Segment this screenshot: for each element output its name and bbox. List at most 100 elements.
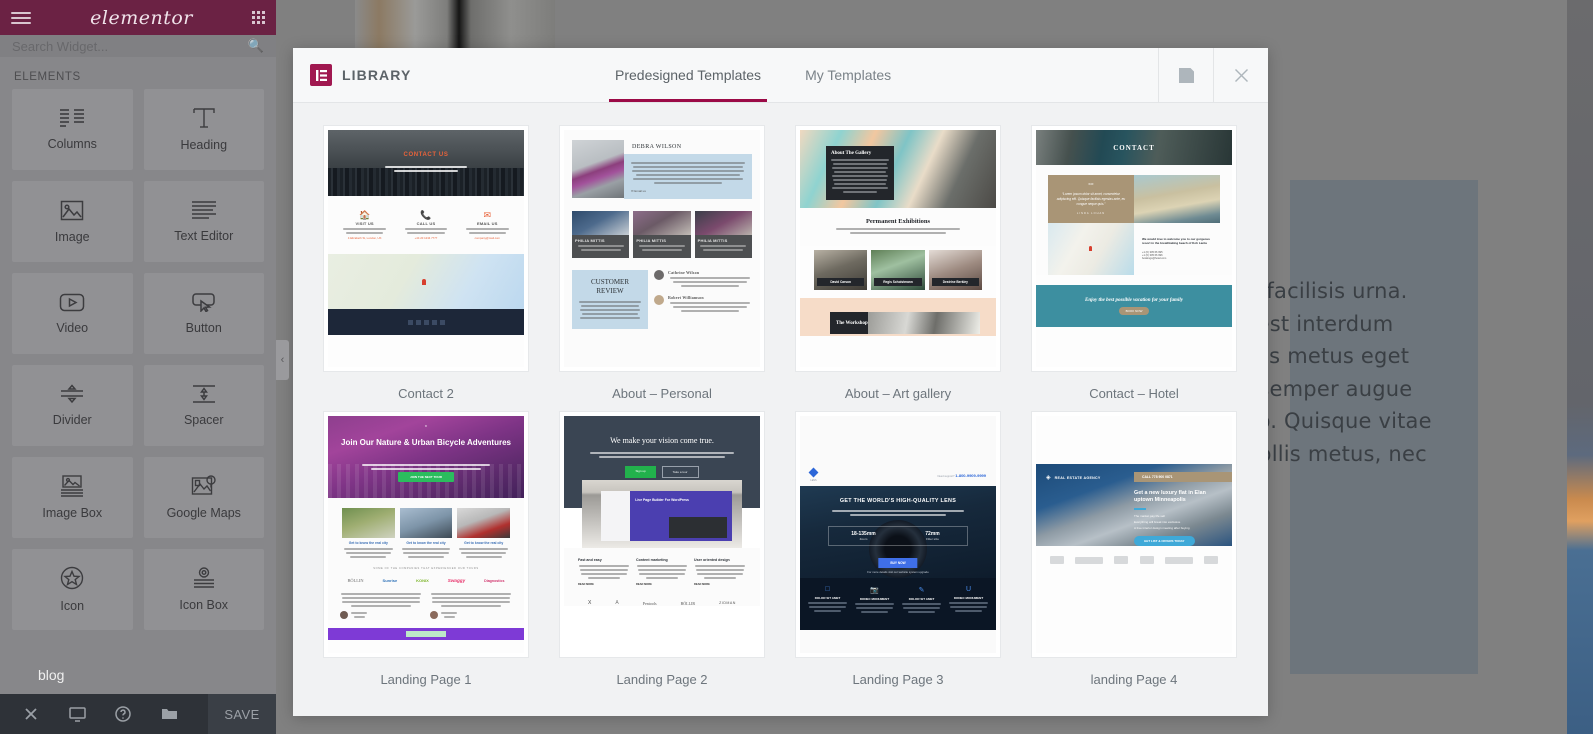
widget-label: Divider — [52, 413, 92, 427]
floppy-save-icon[interactable] — [1158, 48, 1213, 102]
background-text-line: n semper augue — [1238, 376, 1413, 401]
close-icon[interactable] — [1213, 48, 1268, 102]
star-icon — [60, 566, 84, 590]
widget-divider[interactable]: Divider — [12, 365, 133, 446]
thumb-logo: Sunrise — [382, 578, 398, 583]
grid-apps-icon[interactable] — [251, 11, 265, 24]
widget-video[interactable]: Video — [12, 273, 133, 354]
close-icon[interactable] — [8, 694, 54, 734]
thumb-logo — [1204, 556, 1219, 564]
template-card[interactable]: We make your vision come true. Sign up T… — [559, 411, 765, 687]
background-photo-strip — [355, 0, 555, 52]
thumb-card-title: PHILIA MITTIS — [575, 238, 605, 243]
widget-label: Image — [54, 229, 90, 244]
thumb-logo: Swaggy — [447, 578, 466, 583]
thumb-cta-button: JOIN THE NEXT TOUR — [398, 472, 454, 482]
template-thumbnail[interactable]: CONTACT US 🏠 VISIT US 4 Elizabeth St, Lo… — [323, 125, 529, 372]
panel-footer: SAVE — [0, 694, 276, 734]
template-thumbnail[interactable]: We make your vision come true. Sign up T… — [559, 411, 765, 658]
thumb-card-title: Get to know the real city — [348, 541, 388, 545]
widget-columns[interactable]: Columns — [12, 89, 133, 170]
thumb-feature-title: User oriented design — [694, 558, 730, 562]
template-thumbnail[interactable]: ◈ REAL ESTATE AGENCY CALL 778 900 0871 G… — [1031, 411, 1237, 658]
thumb-reviewer: Cathrine Wilson — [668, 270, 700, 275]
template-label: Landing Page 3 — [852, 672, 944, 687]
template-card[interactable]: ★ Join Our Nature & Urban Bicycle Advent… — [323, 411, 529, 687]
template-label: landing Page 4 — [1090, 672, 1178, 687]
hamburger-icon[interactable] — [11, 11, 31, 24]
thumb-card-title: Get to know the real city — [464, 541, 504, 545]
background-text-line: sto. Quisque vitae — [1238, 409, 1432, 433]
video-icon — [59, 293, 85, 312]
image-icon — [60, 200, 84, 221]
thumb-logo: BÖLLIR — [680, 600, 696, 606]
google-maps-icon — [191, 475, 217, 497]
template-card[interactable]: CONTACT ❞❞ “Lorem ipsum dolor sit amet, … — [1031, 125, 1237, 401]
thumb-feature-link: READ MORE — [694, 583, 710, 586]
thumb-hero: About The Gallery — [800, 130, 996, 208]
tab-my-templates[interactable]: My Templates — [783, 48, 913, 102]
widget-image[interactable]: Image — [12, 181, 133, 262]
thumb-feature-title: Content marketing — [636, 558, 668, 562]
template-thumbnail[interactable]: About The Gallery Permanent Exhibitions … — [795, 125, 1001, 372]
background-text-block: et facilisis urna. c est interdum allis … — [1238, 275, 1488, 470]
modal-header: LIBRARY Predesigned Templates My Templat… — [293, 48, 1268, 103]
template-list[interactable]: CONTACT US 🏠 VISIT US 4 Elizabeth St, Lo… — [293, 103, 1268, 716]
thumb-col-title: CALL US — [416, 221, 436, 226]
template-thumbnail[interactable]: CONTACT ❞❞ “Lorem ipsum dolor sit amet, … — [1031, 125, 1237, 372]
template-thumbnail[interactable]: ★ Join Our Nature & Urban Bicycle Advent… — [323, 411, 529, 658]
library-modal: LIBRARY Predesigned Templates My Templat… — [293, 48, 1268, 716]
icon-box-icon — [192, 567, 216, 589]
widget-panel: elementor Search Widget... 🔍 ELEMENTS Co… — [0, 0, 276, 734]
thumb-name: DEBRA WILSON — [632, 144, 682, 150]
thumb-hero-title: We make your vision come true. — [610, 436, 714, 445]
template-card[interactable]: LENS Need support? 1-800-9909-9999 GET T… — [795, 411, 1001, 687]
folder-icon[interactable] — [146, 694, 192, 734]
widget-spacer[interactable]: Spacer — [143, 365, 264, 446]
thumb-hero: ◈ REAL ESTATE AGENCY CALL 778 900 0871 G… — [1036, 464, 1232, 546]
divider-icon — [59, 384, 85, 404]
thumb-logo — [1114, 556, 1129, 564]
thumb-hero: GET THE WORLD'S HIGH-QUALITY LENS 18-135… — [800, 486, 996, 578]
template-card[interactable]: ◈ REAL ESTATE AGENCY CALL 778 900 0871 G… — [1031, 411, 1237, 687]
widget-label: Icon Box — [179, 598, 229, 612]
thumb-artist: David Carson — [817, 278, 865, 286]
widget-google-maps[interactable]: Google Maps — [143, 457, 264, 538]
thumb-map — [1048, 223, 1134, 275]
question-circle-icon[interactable] — [100, 694, 146, 734]
template-thumbnail[interactable]: DEBRA WILSON ✉ Email us PHILIA MITTIS PH… — [559, 125, 765, 372]
thumb-quote: “Lorem ipsum dolor sit amet, consectetur… — [1056, 192, 1126, 206]
template-thumbnail[interactable]: LENS Need support? 1-800-9909-9999 GET T… — [795, 411, 1001, 658]
thumb-card-title: PHILIA MITTIS — [636, 238, 667, 243]
elements-section-label: ELEMENTS — [14, 71, 81, 83]
thumb-primary-button: Sign up — [625, 466, 656, 478]
template-card[interactable]: DEBRA WILSON ✉ Email us PHILIA MITTIS PH… — [559, 125, 765, 401]
panel-header: elementor — [0, 0, 276, 35]
tab-predesigned-templates[interactable]: Predesigned Templates — [593, 48, 783, 102]
thumb-logo — [1139, 556, 1154, 564]
background-text-line: allis metus eget — [1238, 344, 1410, 368]
widget-heading[interactable]: Heading — [143, 89, 264, 170]
template-label: Contact 2 — [398, 386, 454, 401]
thumb-logos-title: SOME OF THE COMPANIES THAT EXPERIENCED O… — [328, 560, 524, 570]
widget-grid: Columns Heading Image Text Editor Video … — [0, 89, 276, 630]
thumb-feature-title: DONEC MONUMENT — [859, 597, 890, 601]
template-card[interactable]: About The Gallery Permanent Exhibitions … — [795, 125, 1001, 401]
widget-icon[interactable]: Icon — [12, 549, 133, 630]
widget-button[interactable]: Button — [143, 273, 264, 354]
thumb-features:  DOLOR SIT AMET 📷 DONEC MONUMENT ✎ — [800, 578, 996, 630]
widget-label: Text Editor — [174, 229, 234, 243]
widget-text-editor[interactable]: Text Editor — [143, 181, 264, 262]
heading-icon — [192, 107, 216, 129]
search-input-placeholder: Search Widget... — [12, 38, 109, 54]
widget-icon-box[interactable]: Icon Box — [143, 549, 264, 630]
thumb-logo: KONIX — [416, 578, 429, 583]
search-widget-input[interactable]: Search Widget... 🔍 — [0, 35, 276, 57]
modal-header-actions — [1158, 48, 1268, 102]
template-card[interactable]: CONTACT US 🏠 VISIT US 4 Elizabeth St, Lo… — [323, 125, 529, 401]
panel-collapse-toggle[interactable]: ‹ — [276, 340, 289, 380]
text-editor-icon — [191, 200, 217, 220]
widget-image-box[interactable]: Image Box — [12, 457, 133, 538]
monitor-icon[interactable] — [54, 694, 100, 734]
save-button[interactable]: SAVE — [208, 694, 276, 734]
